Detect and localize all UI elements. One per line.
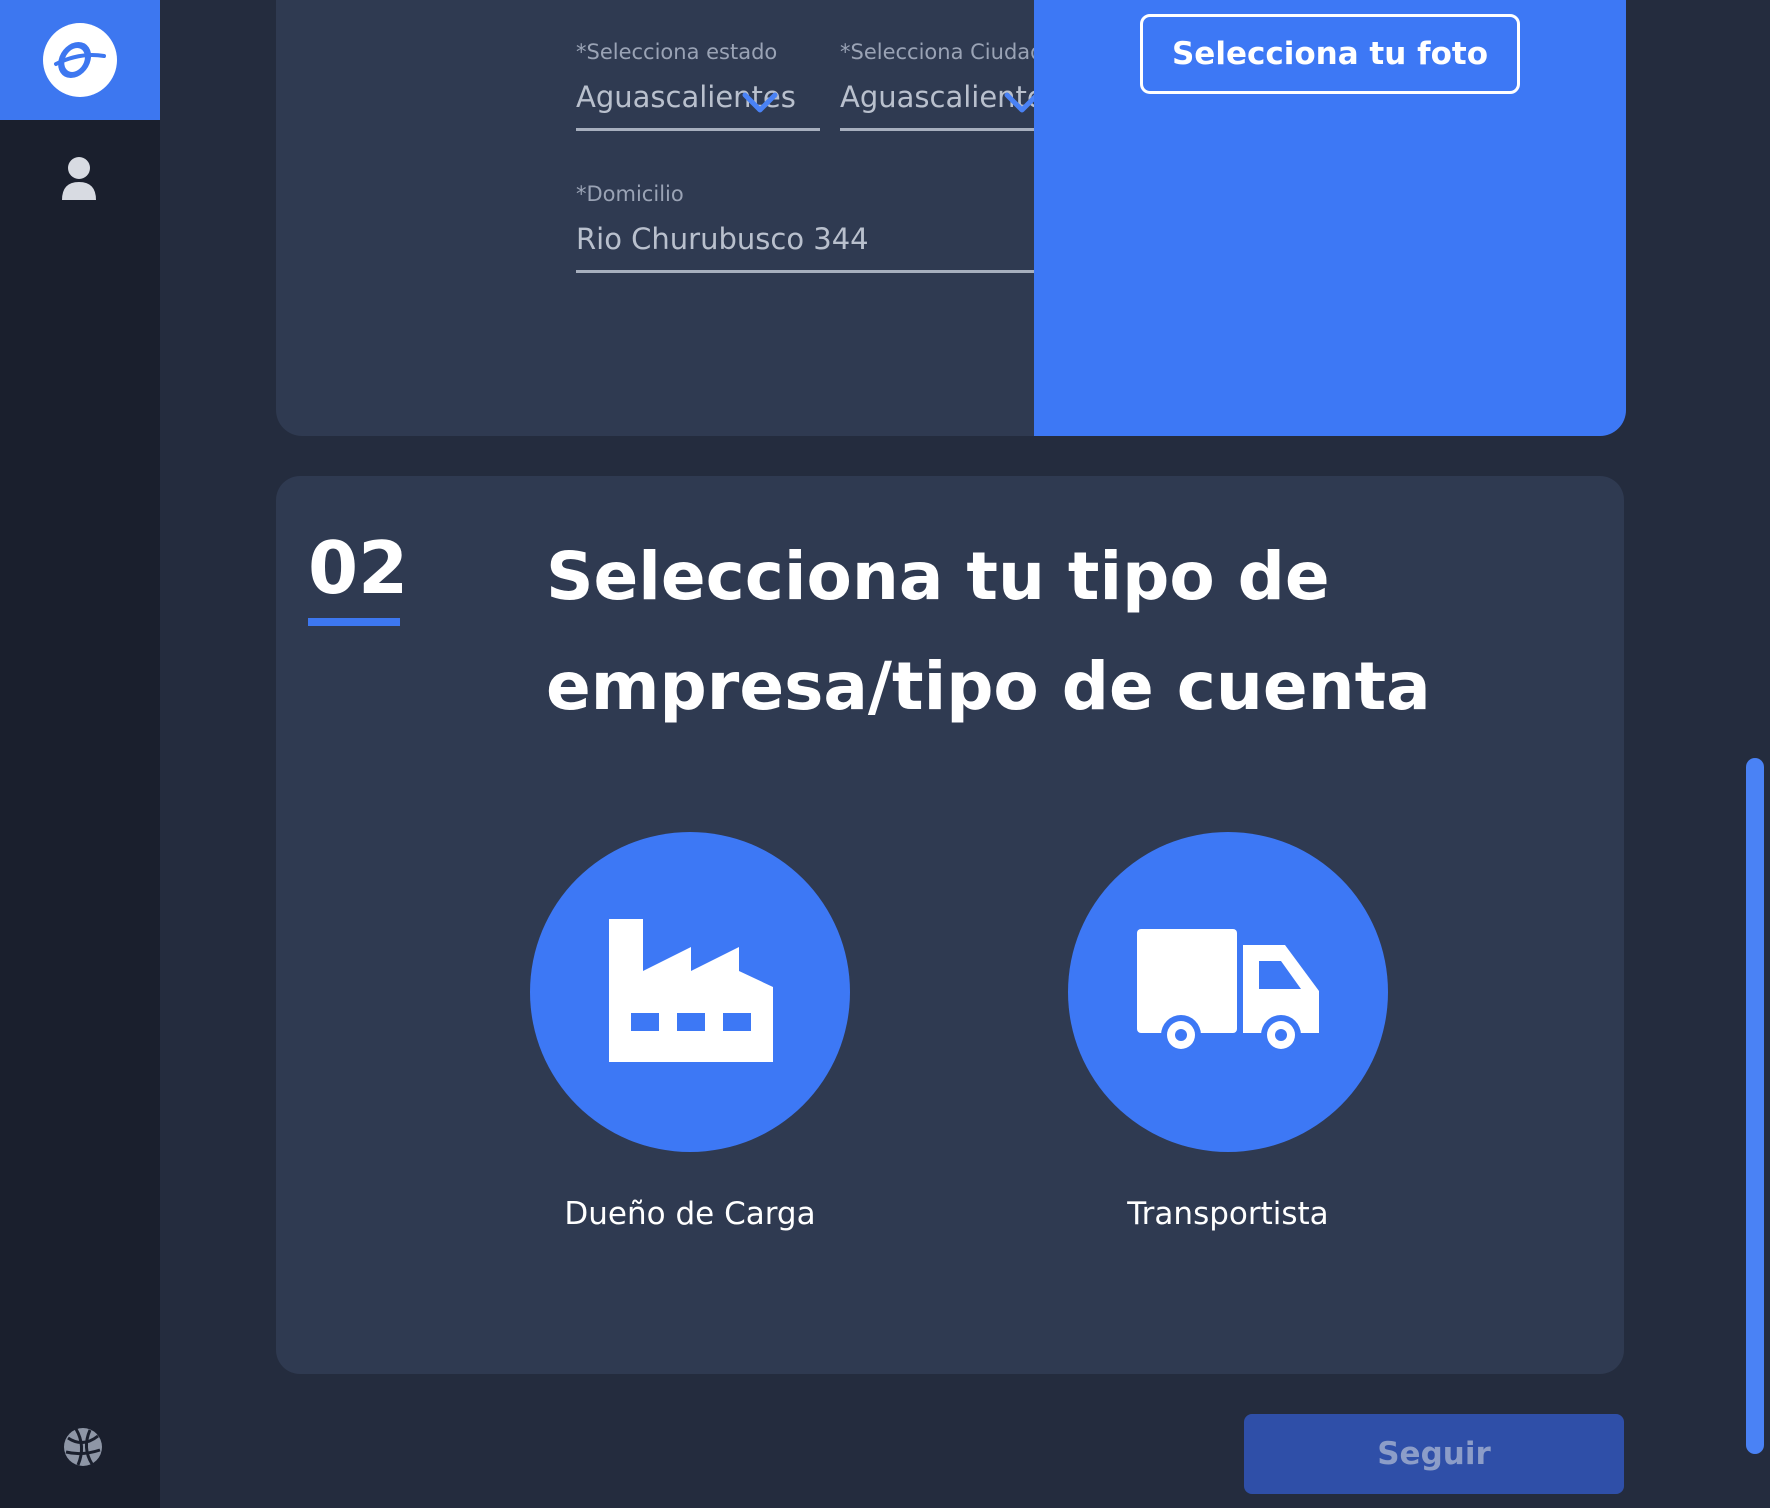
user-icon[interactable] [60, 156, 98, 200]
personal-info-card: *Selecciona estado Aguascalientes *Selec… [276, 0, 1626, 436]
section-title: Selecciona tu tipo de empresa/tipo de cu… [546, 538, 1431, 725]
city-label: *Selecciona Ciudad [840, 40, 1044, 64]
scrollbar-thumb[interactable] [1746, 758, 1764, 1454]
photo-panel: Selecciona tu foto [1034, 0, 1626, 436]
section-number-underline [308, 618, 400, 626]
address-underline [576, 270, 1104, 273]
cargo-owner-label: Dueño de Carga [564, 1196, 816, 1232]
option-carrier[interactable]: Transportista [1068, 832, 1388, 1232]
next-button[interactable]: Seguir [1244, 1414, 1624, 1494]
select-photo-button[interactable]: Selecciona tu foto [1140, 14, 1520, 94]
cargo-owner-button[interactable] [530, 832, 850, 1152]
state-label: *Selecciona estado [576, 40, 778, 64]
main-content: *Selecciona estado Aguascalientes *Selec… [160, 0, 1770, 1508]
globe-icon[interactable] [62, 1426, 104, 1468]
chevron-down-icon[interactable] [742, 92, 778, 114]
carrier-label: Transportista [1127, 1196, 1329, 1232]
state-underline [576, 128, 820, 131]
account-type-card: 02 Selecciona tu tipo de empresa/tipo de… [276, 476, 1624, 1374]
factory-icon [609, 919, 773, 1062]
carrier-button[interactable] [1068, 832, 1388, 1152]
address-input[interactable]: Rio Churubusco 344 [576, 222, 869, 256]
sidebar [0, 0, 160, 1508]
option-cargo-owner[interactable]: Dueño de Carga [530, 832, 850, 1232]
address-label: *Domicilio [576, 182, 684, 206]
app-logo[interactable] [0, 0, 160, 120]
app-logo-icon [43, 23, 117, 97]
section-number: 02 [308, 526, 409, 610]
truck-icon [1137, 929, 1319, 1055]
